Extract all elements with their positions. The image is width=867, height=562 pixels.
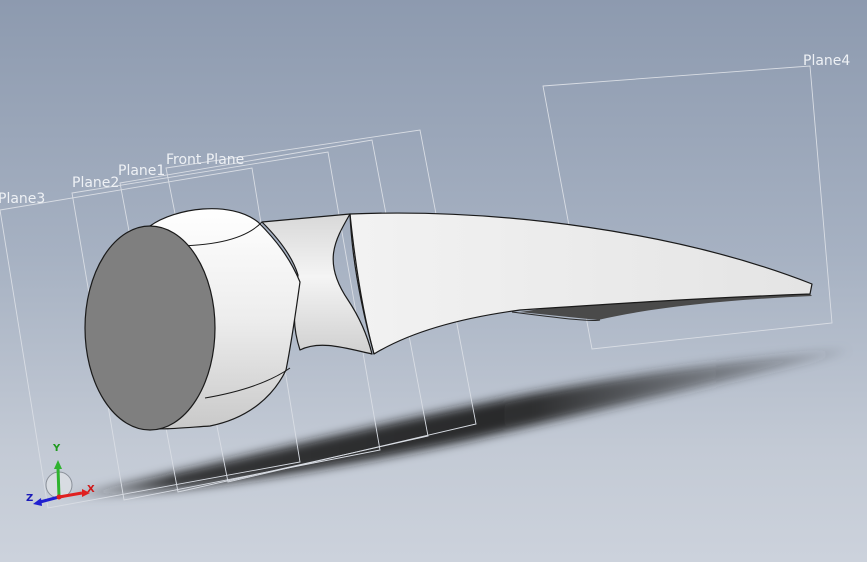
z-axis-arrow [33, 498, 42, 506]
plane3-label[interactable]: Plane3 [0, 191, 45, 207]
view-triad[interactable]: Y X Z [20, 438, 100, 512]
model-scene[interactable] [0, 0, 867, 562]
x-axis-label: X [87, 484, 95, 495]
y-axis-label: Y [53, 443, 61, 454]
y-axis-line [56, 467, 61, 498]
triad-origin [56, 494, 62, 500]
hammer-striking-face[interactable] [84, 225, 216, 431]
graphics-viewport[interactable]: Plane4 Front Plane Plane1 Plane2 Plane3 … [0, 0, 867, 562]
front-plane-label[interactable]: Front Plane [166, 152, 244, 168]
y-axis-arrow [54, 460, 62, 469]
plane4-label[interactable]: Plane4 [803, 53, 850, 69]
z-axis-line [39, 495, 60, 504]
hammer-model[interactable] [84, 208, 813, 431]
z-axis-label: Z [26, 493, 34, 504]
plane1-label[interactable]: Plane1 [118, 163, 165, 179]
plane2-label[interactable]: Plane2 [72, 175, 119, 191]
